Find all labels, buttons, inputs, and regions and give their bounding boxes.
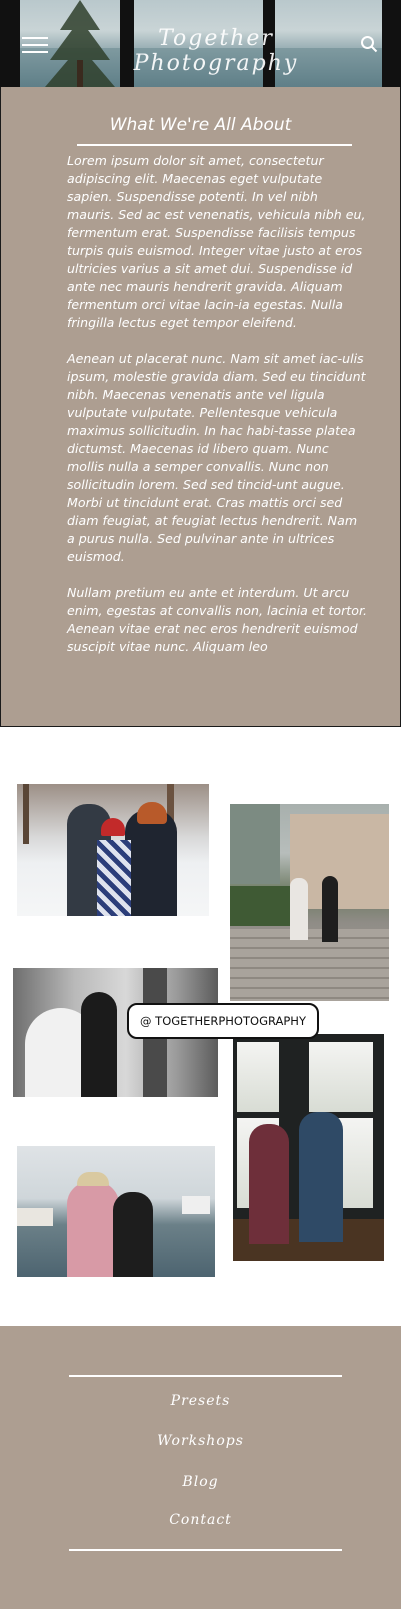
footer-link-blog[interactable]: Blog — [0, 1474, 401, 1490]
about-paragraph: Lorem ipsum dolor sit amet, consectetur … — [67, 153, 366, 330]
search-icon[interactable] — [360, 35, 378, 53]
footer-divider-bottom — [69, 1549, 342, 1551]
site-header: Together Photography — [0, 0, 401, 87]
brand-logo[interactable]: Together Photography — [96, 26, 336, 76]
hamburger-menu-icon[interactable] — [22, 37, 48, 53]
footer-link-workshops[interactable]: Workshops — [0, 1433, 401, 1449]
site-footer: Presets Workshops Blog Contact — [0, 1326, 401, 1609]
footer-link-presets[interactable]: Presets — [0, 1393, 401, 1409]
footer-divider-top — [69, 1375, 342, 1377]
footer-link-contact[interactable]: Contact — [0, 1512, 401, 1528]
about-section: What We're All About Lorem ipsum dolor s… — [0, 87, 401, 727]
about-paragraph: Nullam pretium eu ante et interdum. Ut a… — [67, 585, 367, 654]
instagram-handle-button[interactable]: @ TOGETHERPHOTOGRAPHY — [127, 1003, 319, 1039]
photo-couple-window[interactable] — [233, 1034, 384, 1261]
about-title: What We're All About — [109, 115, 292, 135]
about-body: Lorem ipsum dolor sit amet, consectetur … — [67, 152, 367, 674]
window-frame-left — [0, 0, 20, 87]
title-divider — [77, 144, 352, 146]
about-paragraph: Aenean ut placerat nunc. Nam sit amet ia… — [67, 351, 366, 564]
photo-family-snow[interactable] — [17, 784, 209, 916]
photo-couple-steps[interactable] — [230, 804, 389, 1001]
window-frame-right — [382, 0, 401, 87]
photo-couple-lake[interactable] — [17, 1146, 215, 1277]
